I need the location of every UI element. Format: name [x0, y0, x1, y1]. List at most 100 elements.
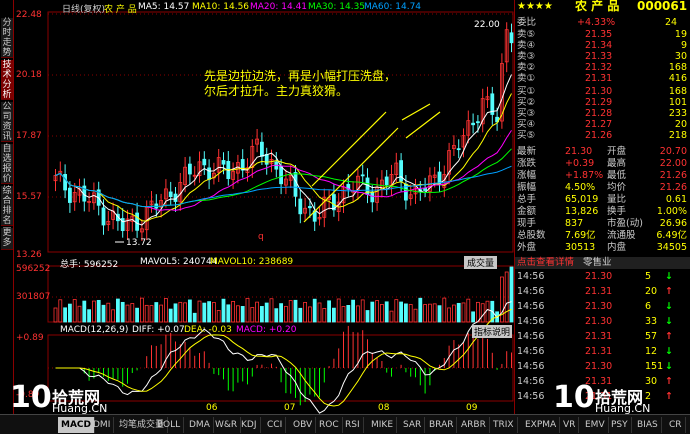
- volume-bar: [442, 297, 447, 323]
- volume-bar: [173, 303, 178, 323]
- volume-bar: [135, 307, 139, 323]
- tab-ranking[interactable]: 综合排名: [1, 186, 13, 226]
- indicator-tab-cr[interactable]: CR: [666, 417, 686, 433]
- indicator-help-button[interactable]: 指标说明: [472, 325, 513, 338]
- bid-label: 买⑤: [517, 130, 536, 141]
- quote-value: 30513: [565, 242, 596, 253]
- bid-row[interactable]: 买③ 21.28 233: [515, 108, 690, 119]
- quote-label: 总股数: [517, 230, 546, 241]
- volume-bar: [293, 299, 298, 323]
- candle-body: [370, 191, 375, 203]
- bid-row[interactable]: 买④ 21.27 20: [515, 119, 690, 130]
- indicator-tab-psy[interactable]: PSY: [608, 417, 632, 433]
- volume-bar: [101, 304, 106, 323]
- tick-row: 14:56 21.30 151 ↓: [515, 361, 690, 372]
- ma10-label: MA10: 14.56: [192, 2, 250, 12]
- quote-value: 7.69亿: [565, 230, 596, 241]
- volume-bar: [163, 298, 168, 323]
- volume-bar: [259, 306, 264, 323]
- quote-label: 流通股: [607, 230, 636, 241]
- quote-row: 总股数 7.69亿 流通股 6.49亿: [515, 230, 690, 241]
- tab-company-info[interactable]: 公司资讯: [1, 102, 13, 142]
- arrow-down-icon: ↓: [665, 301, 673, 312]
- macd-diff-label: DIFF: +0.07: [132, 325, 185, 335]
- trend-channel-line: [303, 127, 399, 223]
- volume-bar: [53, 307, 58, 323]
- tick-volume: 57: [645, 331, 658, 342]
- indicator-tab-cci[interactable]: CCI: [264, 417, 287, 433]
- quote-label: 市盈(动): [607, 218, 643, 229]
- quote-label: 金额: [517, 206, 537, 217]
- quote-row: 振幅 4.50% 均价 21.26: [515, 182, 690, 193]
- tick-volume: 30: [645, 376, 658, 387]
- indicator-tab-boll[interactable]: BOLL: [154, 417, 185, 433]
- tab-intraday[interactable]: 分时走势: [1, 18, 13, 58]
- indicator-tab-obv[interactable]: OBV: [290, 417, 317, 433]
- ask-row[interactable]: 卖① 21.31 416: [515, 73, 690, 84]
- indicator-tab-arbr[interactable]: ARBR: [458, 417, 490, 433]
- indicator-tab-dma[interactable]: DMA: [186, 417, 214, 433]
- indicator-tab-vr[interactable]: VR: [560, 417, 580, 433]
- tab-technical-analysis[interactable]: 技术分析: [1, 60, 13, 100]
- bid-row[interactable]: 买① 21.30 168: [515, 86, 690, 97]
- ask-row[interactable]: 卖⑤ 21.35 19: [515, 29, 690, 40]
- volume-bar: [154, 302, 159, 323]
- bid-row[interactable]: 买② 21.29 101: [515, 97, 690, 108]
- quote-label: 内盘: [607, 242, 627, 253]
- volume-bar: [77, 305, 82, 323]
- candle-body: [202, 158, 207, 166]
- ask-volume: 168: [668, 62, 687, 73]
- indicator-tab-bias[interactable]: BIAS: [634, 417, 662, 433]
- volume-bar: [288, 300, 293, 323]
- stock-name: 农 产 品: [575, 0, 620, 13]
- indicator-tab-brar[interactable]: BRAR: [426, 417, 458, 433]
- ask-row[interactable]: 卖④ 21.34 9: [515, 40, 690, 51]
- volume-bar: [255, 301, 260, 323]
- volume-bar: [240, 306, 245, 323]
- volume-indicator-switch[interactable]: 成交量: [464, 256, 498, 269]
- bid-volume: 233: [668, 108, 687, 119]
- ask-row[interactable]: 卖③ 21.33 30: [515, 51, 690, 62]
- candle-body: [298, 198, 303, 215]
- price-axis-tick: 17.87: [16, 131, 42, 141]
- indicator-tab-trix[interactable]: TRIX: [490, 417, 518, 433]
- bid-volume: 20: [674, 119, 687, 130]
- bid-price: 21.29: [585, 97, 613, 108]
- indicator-tab-dmi[interactable]: DMI: [90, 417, 115, 433]
- volume-bar: [116, 298, 120, 323]
- industry-tab[interactable]: 零售业: [583, 257, 612, 268]
- tick-volume: 6: [645, 301, 652, 312]
- kline-chart[interactable]: 日线(复权) 农 产 品 MA5: 14.57 MA10: 14.56 MA20…: [14, 0, 514, 414]
- volume-bar: [504, 271, 509, 323]
- tick-price: 21.31: [585, 286, 613, 297]
- volume-bar: [149, 305, 154, 323]
- indicator-tab-kdj[interactable]: KDJ: [238, 417, 261, 433]
- quote-label: 量比: [607, 194, 627, 205]
- volume-bar: [207, 301, 212, 323]
- indicator-tab-expma[interactable]: EXPMA: [522, 417, 561, 433]
- detail-link[interactable]: 点击查看详情: [517, 257, 574, 268]
- tick-volume: 2: [645, 391, 652, 402]
- indicator-tab-sar[interactable]: SAR: [400, 417, 426, 433]
- ask-label: 卖②: [517, 62, 536, 73]
- watermark-url: Huang.CN: [595, 402, 651, 415]
- ask-row[interactable]: 卖② 21.32 168: [515, 62, 690, 73]
- indicator-tab-w&r[interactable]: W&R: [212, 417, 242, 433]
- ask-price: 21.32: [585, 62, 613, 73]
- indicator-tab-emv[interactable]: EMV: [582, 417, 609, 433]
- indicator-tab-mike[interactable]: MIKE: [368, 417, 398, 433]
- indicator-tab-rsi[interactable]: RSI: [342, 417, 364, 433]
- candle-body: [307, 206, 312, 209]
- volume-bar: [379, 304, 384, 323]
- volume-bar: [231, 300, 236, 323]
- month-label: 09: [466, 403, 478, 413]
- indicator-tab-roc[interactable]: ROC: [316, 417, 343, 433]
- bid-row[interactable]: 买⑤ 21.26 218: [515, 130, 690, 141]
- candle-body: [264, 153, 269, 165]
- quote-row: 涨跌 +0.39 最高 22.00: [515, 158, 690, 169]
- ask-volume: 19: [674, 29, 687, 40]
- tab-watchlist[interactable]: 自选报价: [1, 144, 13, 184]
- month-label: 08: [378, 403, 390, 413]
- high-price-label: 22.00: [474, 20, 500, 30]
- tab-more[interactable]: 更多: [1, 228, 13, 250]
